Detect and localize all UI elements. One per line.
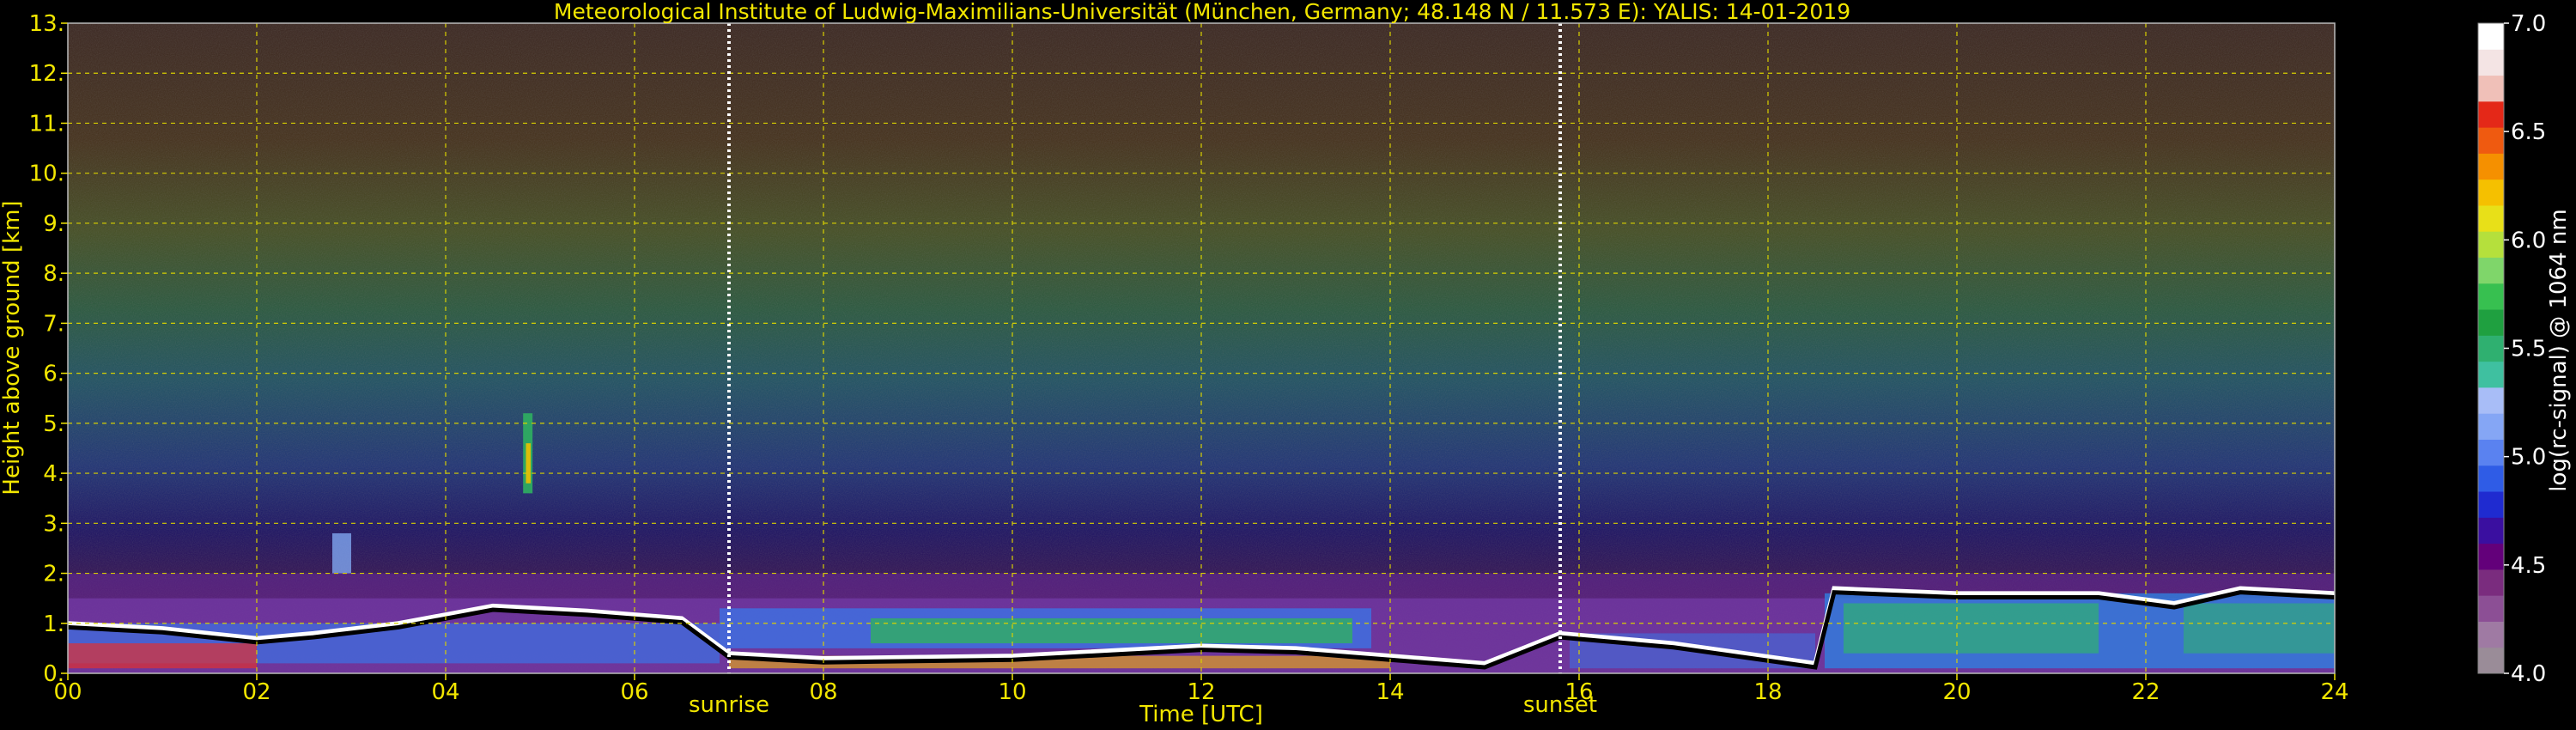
colorbar-segment [2478, 569, 2504, 596]
x-axis-ticks: 00 02 04 06 08 10 12 14 16 18 20 22 24 [53, 673, 2349, 705]
lidar-quicklook-chart: 00 02 04 06 08 10 12 14 16 18 20 22 24 0.1.2.3.4.5.6… [0, 0, 2572, 727]
colorbar-segment [2478, 595, 2504, 622]
y-tick-label: 2. [43, 562, 64, 587]
x-axis-label: Time [UTC] [1139, 702, 1263, 727]
y-tick-label: 11. [29, 111, 64, 137]
colorbar-segment [2478, 204, 2504, 232]
colorbar-tick-label: 6.0 [2511, 228, 2546, 253]
y-tick-label: 13. [29, 11, 64, 37]
colorbar-segment [2478, 621, 2504, 648]
colorbar-segment [2478, 75, 2504, 102]
x-tick-label: 22 [2131, 679, 2160, 705]
colorbar-segment [2478, 179, 2504, 206]
colorbar-tick-label: 7.0 [2511, 11, 2546, 37]
x-tick-label: 06 [620, 679, 648, 705]
colorbar-segment [2478, 283, 2504, 310]
x-tick-label: 04 [431, 679, 459, 705]
colorbar-segment [2478, 257, 2504, 284]
x-tick-label: 02 [242, 679, 270, 705]
colorbar-segment [2478, 386, 2504, 414]
colorbar-segment [2478, 23, 2504, 50]
x-tick-label: 24 [2320, 679, 2348, 705]
colorbar-segment [2478, 647, 2504, 674]
colorbar-segment [2478, 413, 2504, 440]
signal-band [526, 443, 531, 484]
colorbar-segment [2478, 491, 2504, 518]
colorbar-tick-label: 4.5 [2511, 553, 2546, 579]
y-axis-ticks: 0. 1. 2. 3. 4. 5. 6. 7. 8. 9. 10. 11. 12. 13. [29, 11, 68, 687]
y-tick-label: 8. [43, 261, 64, 287]
colorbar-tick-label: 5.5 [2511, 337, 2546, 362]
signal-band [332, 532, 351, 574]
y-tick-label: 0. [43, 661, 64, 687]
colorbar-tick-label: 4.0 [2511, 661, 2546, 687]
signal-band [871, 617, 1352, 644]
x-tick-label: 18 [1753, 679, 1782, 705]
colorbar-segment [2478, 309, 2504, 336]
chart-title: Meteorological Institute of Ludwig-Maxim… [554, 0, 1850, 24]
y-tick-label: 3. [43, 511, 64, 537]
colorbar-segment [2478, 127, 2504, 154]
y-tick-label: 12. [29, 61, 64, 87]
colorbar-segment [2478, 439, 2504, 466]
signal-band [68, 643, 257, 669]
colorbar-segment [2478, 335, 2504, 362]
colorbar-segment [2478, 543, 2504, 570]
y-tick-label: 7. [43, 311, 64, 337]
colorbar-tick-label: 6.5 [2511, 119, 2546, 145]
colorbar-label: log(rc-signal) @ 1064 nm [2546, 209, 2572, 491]
y-tick-label: 5. [43, 411, 64, 437]
signal-band [2184, 603, 2335, 654]
x-tick-label: 10 [998, 679, 1026, 705]
x-tick-label: 20 [1942, 679, 1971, 705]
colorbar-segment [2478, 231, 2504, 259]
x-tick-label: 08 [809, 679, 837, 705]
colorbar-segment [2478, 153, 2504, 180]
y-tick-label: 9. [43, 211, 64, 237]
colorbar-segment [2478, 465, 2504, 492]
colorbar-segment [2478, 361, 2504, 388]
annotation-label: sunrise [689, 692, 769, 718]
y-tick-label: 1. [43, 611, 64, 637]
colorbar-segment [2478, 49, 2504, 76]
x-tick-label: 14 [1376, 679, 1404, 705]
annotation-label: sunset [1523, 692, 1597, 718]
y-tick-label: 10. [29, 161, 64, 187]
y-axis-label: Height above ground [km] [0, 200, 25, 495]
colorbar-segment [2478, 517, 2504, 544]
colorbar-tick-label: 5.0 [2511, 445, 2546, 471]
signal-band [1844, 603, 2099, 654]
y-tick-label: 4. [43, 461, 64, 487]
colorbar: 4.0 4.5 5.0 5.5 6.0 6.5 7.0 [2477, 11, 2546, 687]
y-tick-label: 6. [43, 362, 64, 387]
colorbar-segment [2478, 100, 2504, 128]
